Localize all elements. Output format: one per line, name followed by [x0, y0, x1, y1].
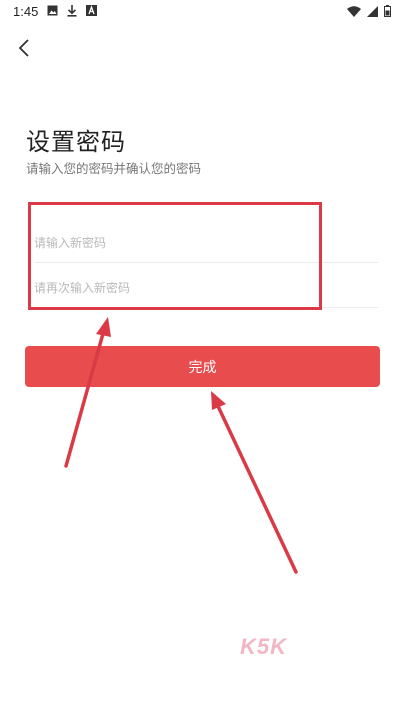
system-icons [347, 5, 391, 17]
status-bar: 1:45 [0, 0, 405, 24]
back-button[interactable] [12, 36, 36, 60]
image-icon [47, 5, 58, 16]
download-icon [67, 5, 77, 17]
signal-icon [367, 5, 378, 17]
confirm-password-field [34, 268, 378, 308]
watermark: K5K [240, 634, 288, 659]
wifi-icon [347, 5, 361, 17]
page-subtitle: 请输入您的密码并确认您的密码 [26, 161, 202, 176]
confirm-password-input[interactable] [34, 268, 378, 307]
chevron-left-icon [18, 39, 29, 57]
new-password-field [34, 223, 378, 263]
new-password-input[interactable] [34, 223, 378, 262]
status-time: 1:45 [13, 4, 39, 19]
arrow-to-fields [64, 317, 111, 468]
a-icon [86, 5, 97, 16]
notification-icons [47, 5, 97, 17]
done-button[interactable]: 完成 [25, 346, 380, 387]
battery-icon [384, 5, 391, 17]
page-title: 设置密码 [26, 128, 126, 156]
arrow-to-done-button [211, 391, 298, 574]
